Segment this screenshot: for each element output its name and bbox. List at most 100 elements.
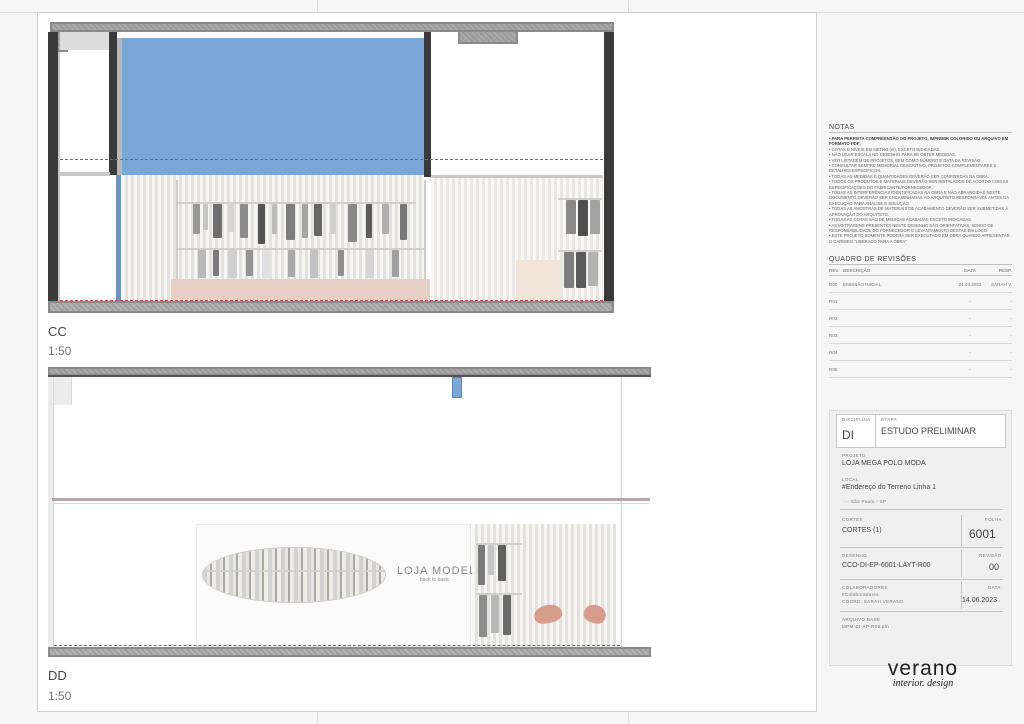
note-item: • CONSULTAR SEMPRE MEMORIAL DESCRITIVO, … xyxy=(829,163,997,174)
level-line xyxy=(54,645,620,646)
notes-panel: NOTAS • PARA PERFEITA COMPREENSÃO DO PRO… xyxy=(829,124,1012,379)
mezzanine-line xyxy=(58,172,110,176)
location-label: LOCAL xyxy=(842,477,859,482)
notes-title: NOTAS xyxy=(829,124,1012,133)
rev-date: - xyxy=(969,366,971,372)
divider xyxy=(840,611,1003,612)
garment xyxy=(246,250,253,276)
blue-facade-panel xyxy=(121,38,426,175)
section-dd-title: DD xyxy=(48,668,67,683)
section-cc-title: CC xyxy=(48,324,67,339)
rev-resp: - xyxy=(1010,298,1012,304)
garment xyxy=(400,204,407,240)
guide-line xyxy=(628,0,629,12)
garment xyxy=(193,204,200,234)
collaborators-line1: #Colaboradores xyxy=(842,592,879,597)
divider xyxy=(961,515,962,547)
column xyxy=(424,32,431,177)
garment xyxy=(213,204,222,238)
sections-value: CORTES (1) xyxy=(842,527,882,534)
garment xyxy=(330,204,336,234)
garment xyxy=(578,200,588,236)
guide-line xyxy=(317,0,318,12)
rev-resp: - xyxy=(1010,315,1012,321)
garment xyxy=(488,545,494,575)
garment xyxy=(366,250,374,278)
garment xyxy=(382,204,389,234)
garment xyxy=(491,595,499,633)
clothing-rail xyxy=(176,202,416,204)
revision-value: 00 xyxy=(989,562,1000,572)
section-cc-drawing xyxy=(48,22,614,314)
glass-mullion xyxy=(116,175,121,301)
rev-date: - xyxy=(969,298,971,304)
note-item: • ESTE PROJETO SOMENTE PODERÁ SER EXECUT… xyxy=(829,233,1010,244)
location-line1: #Endereço do Terreno Linha 1 xyxy=(842,484,937,491)
stage-value: ESTUDO PRELIMINAR xyxy=(881,426,977,436)
rev-date: - xyxy=(969,315,971,321)
garment xyxy=(228,250,237,278)
garment xyxy=(366,204,372,238)
garment xyxy=(228,204,234,232)
ceiling-drop xyxy=(60,32,110,50)
sign-subtitle: back to basic xyxy=(420,577,450,583)
left-wall xyxy=(48,377,54,647)
wall-edge xyxy=(620,377,622,647)
garment xyxy=(498,545,506,581)
garment xyxy=(566,200,576,234)
frame-post xyxy=(117,38,122,175)
garment xyxy=(348,204,357,242)
divider xyxy=(840,547,1003,548)
divider xyxy=(840,579,1003,580)
garment xyxy=(503,595,511,635)
garment xyxy=(576,252,586,288)
garment xyxy=(564,252,574,288)
note-item: • TODAS AS AMOSTRAS DE MATERIAIS DE ACAB… xyxy=(829,206,1009,217)
garment xyxy=(310,250,318,278)
rev-code: R04 xyxy=(829,349,838,355)
base-file-value: MPM-DI-AP-R05.pln xyxy=(842,624,889,629)
rev-date: - xyxy=(969,349,971,355)
garment xyxy=(258,204,265,244)
ceiling-slab xyxy=(50,22,614,32)
rev-code: R05 xyxy=(829,366,838,372)
garment xyxy=(302,204,308,238)
garment xyxy=(392,250,399,277)
rev-resp: - xyxy=(1010,332,1012,338)
note-item: • PARA PERFEITA COMPREENSÃO DO PROJETO, … xyxy=(829,136,1009,147)
discipline-value: DI xyxy=(842,428,854,442)
collaborators-line2: COORD. SARAH VERANO xyxy=(842,599,904,604)
left-wall xyxy=(48,32,58,302)
blue-element xyxy=(452,377,462,398)
date-value: 14.06.2023 xyxy=(962,597,998,604)
stage-label: ETAPA xyxy=(881,417,897,422)
divider xyxy=(961,581,962,609)
revision-row: R02 - - xyxy=(829,310,1012,328)
ceiling-slab xyxy=(458,30,518,44)
drawing-sheet: CC 1:50 LOJA MODELO back to basic DD 1:5… xyxy=(0,0,1024,724)
notes-list: • PARA PERFEITA COMPREENSÃO DO PROJETO, … xyxy=(829,136,1012,244)
garment xyxy=(338,250,344,276)
garment xyxy=(590,200,600,234)
revision-row: R05 - - xyxy=(829,361,1012,379)
revision-label: REVISÃO xyxy=(979,553,1002,558)
column xyxy=(109,32,117,175)
rack-post xyxy=(424,180,426,280)
desc-col-header: DESCRIÇÃO xyxy=(843,268,871,274)
guide-line xyxy=(317,712,318,724)
garment xyxy=(288,250,295,277)
garment xyxy=(588,252,598,286)
garment xyxy=(203,204,208,230)
garment xyxy=(478,545,485,585)
sheet-number: 6001 xyxy=(969,527,996,541)
section-dd-drawing: LOJA MODELO back to basic xyxy=(48,367,651,659)
guide-line xyxy=(628,712,629,724)
beam-line xyxy=(52,498,650,501)
note-item: • TODAS AS INTERFERÊNCIAS IDENTIFICADAS … xyxy=(829,190,1009,206)
note-item: • AS METRAGENS PRESENTES NESTE DESENHO S… xyxy=(829,222,994,233)
garment xyxy=(240,204,248,238)
revisions-title: QUADRO DE REVISÕES xyxy=(829,256,1012,266)
date-col-header: DATA xyxy=(964,268,976,274)
garment xyxy=(314,204,322,236)
rev-col-header: REV. xyxy=(829,268,840,274)
